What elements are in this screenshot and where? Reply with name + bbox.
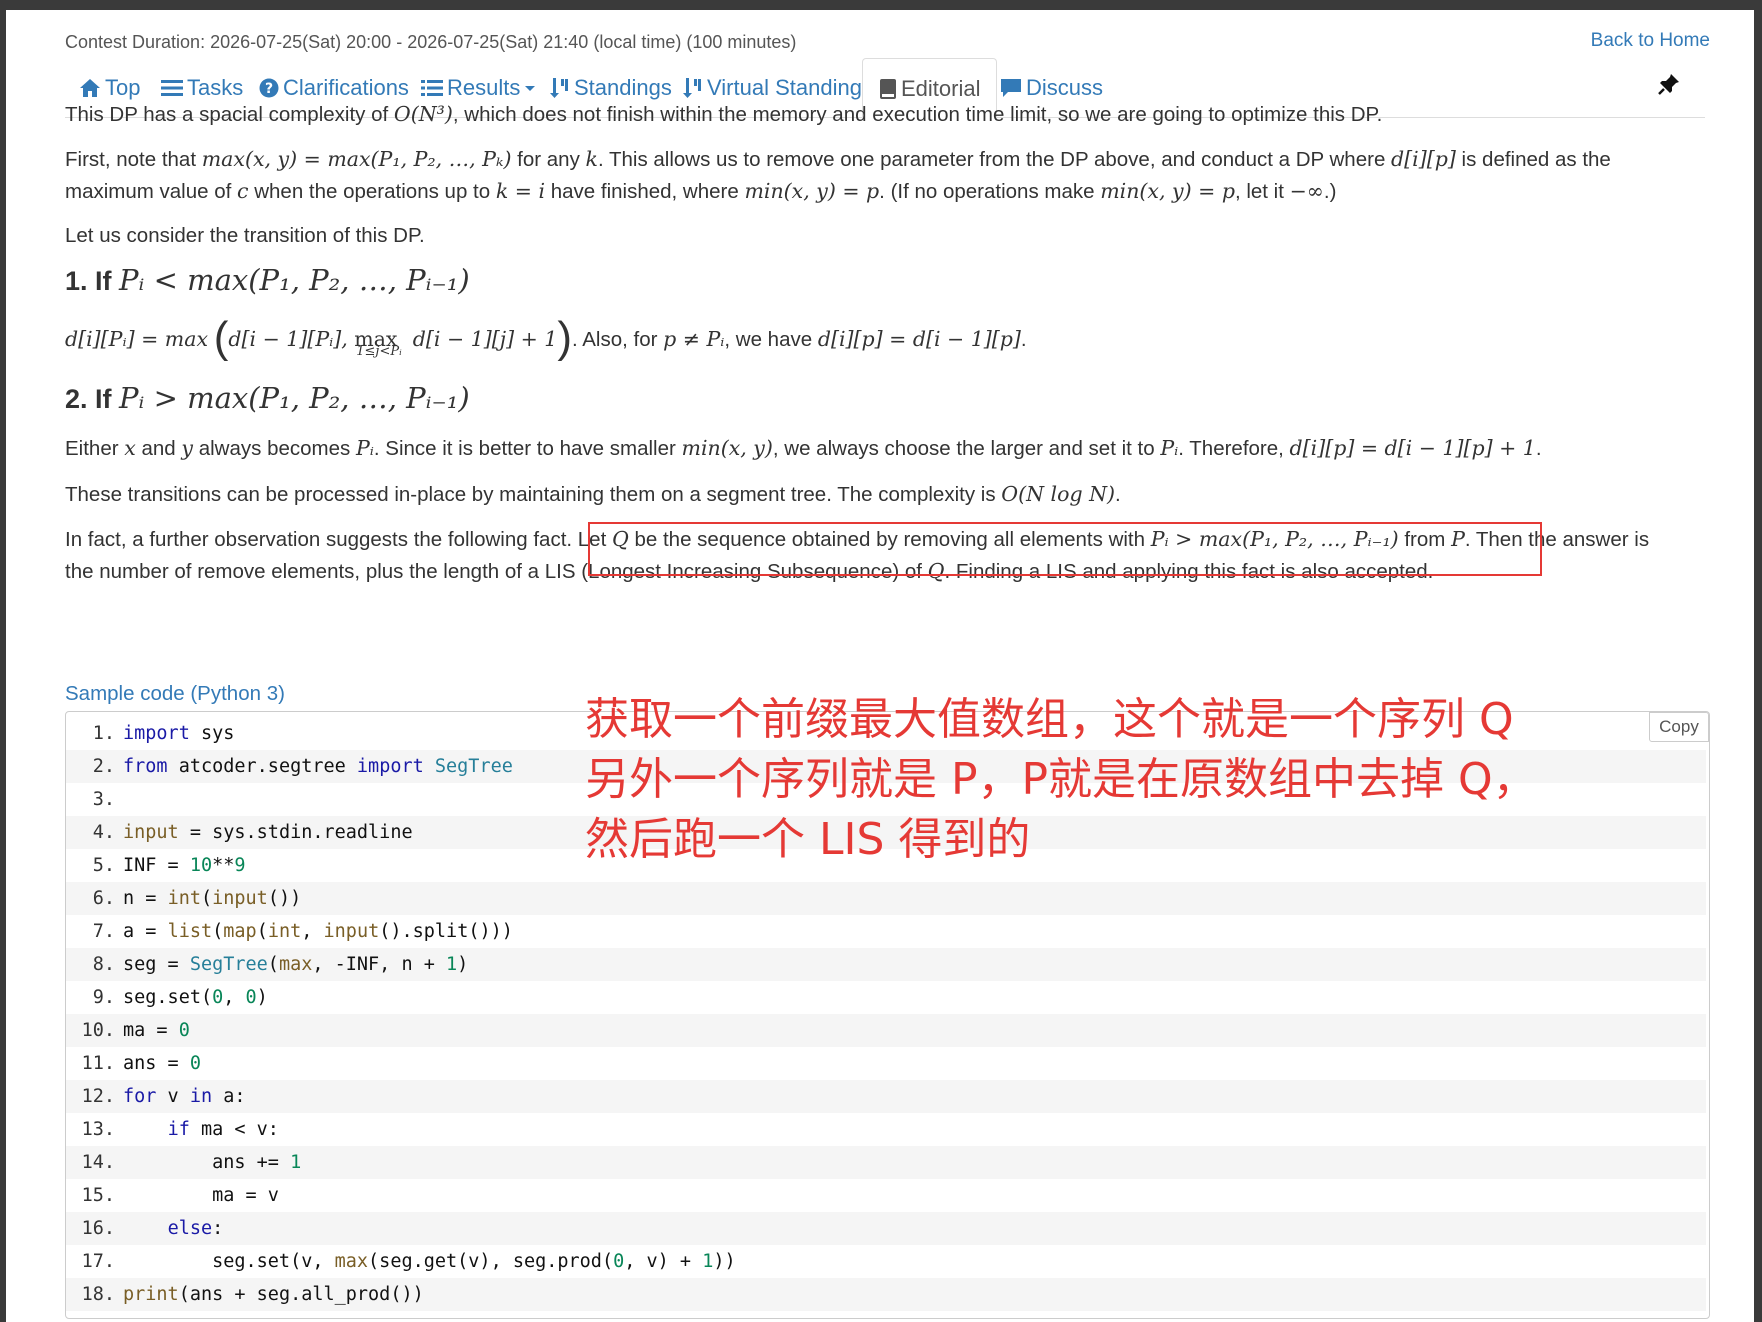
line-number: 11. [81, 1053, 115, 1074]
line-number: 8. [92, 954, 115, 975]
question-circle-icon: ? [259, 78, 279, 98]
line-source: a = list(map(int, input().split())) [123, 921, 513, 942]
line-number: 16. [81, 1218, 115, 1239]
line-number: 3. [92, 789, 115, 810]
home-icon [80, 79, 100, 97]
code-line: 6. n = int(input()) [66, 882, 1706, 915]
line-source: ans = 0 [123, 1053, 201, 1074]
line-source: n = int(input()) [123, 888, 302, 909]
line-source: import sys [123, 723, 235, 744]
editorial-page: Contest Duration: 2026-07-25(Sat) 20:00 … [6, 10, 1754, 1322]
line-number: 15. [81, 1185, 115, 1206]
code-line: 17. seg.set(v, max(seg.get(v), seg.prod(… [66, 1245, 1706, 1278]
line-number: 4. [92, 822, 115, 843]
line-number: 14. [81, 1152, 115, 1173]
handwritten-annotation: 获取一个前缀最大值数组，这个就是一个序列 Q 另外一个序列就是 P，P就是在原数… [585, 690, 1537, 870]
code-line: 8. seg = SegTree(max, -INF, n + 1) [66, 948, 1706, 981]
code-line: 14. ans += 1 [66, 1146, 1706, 1179]
paragraph-note-max-cont: maximum value of c when the operations u… [65, 179, 1337, 203]
line-number: 12. [81, 1086, 115, 1107]
line-number: 5. [92, 855, 115, 876]
heading-case-1: 1. If Pᵢ < max(P₁, P₂, …, Pᵢ₋₁) [65, 263, 470, 297]
svg-text:?: ? [265, 81, 273, 97]
code-line: 11. ans = 0 [66, 1047, 1706, 1080]
line-number: 9. [92, 987, 115, 1008]
sort-amount-down-icon [550, 78, 568, 98]
line-source: ans += 1 [123, 1152, 302, 1173]
paragraph-complexity-final: These transitions can be processed in-pl… [65, 482, 1121, 506]
code-line: 12. for v in a: [66, 1080, 1706, 1113]
line-source: else: [167, 1218, 224, 1239]
annotation-line: 另外一个序列就是 P，P就是在原数组中去掉 Q， [585, 754, 1537, 805]
line-number: 2. [92, 756, 115, 777]
line-source: ma = v [123, 1185, 279, 1206]
line-source: INF = 10**9 [123, 855, 246, 876]
annotation-line: 获取一个前缀最大值数组，这个就是一个序列 Q [585, 694, 1514, 745]
contest-duration: Contest Duration: 2026-07-25(Sat) 20:00 … [65, 32, 797, 52]
line-number: 10. [81, 1020, 115, 1041]
line-number: 1. [92, 723, 115, 744]
line-source: input = sys.stdin.readline [123, 822, 413, 843]
back-to-home-link[interactable]: Back to Home [1591, 30, 1710, 52]
comment-icon [1001, 79, 1021, 97]
caret-down-icon [525, 86, 536, 91]
line-source: if ma < v: [167, 1119, 279, 1140]
line-source: seg.set(0, 0) [123, 987, 268, 1008]
line-source: for v in a: [123, 1086, 246, 1107]
equation-case-1: d[i][Pᵢ] = max (d[i − 1][Pᵢ], max 1≤j<Pᵢ … [65, 313, 1027, 362]
code-line: 10. ma = 0 [66, 1014, 1706, 1047]
list-ul-icon [421, 80, 443, 96]
line-source: ma = 0 [123, 1020, 190, 1041]
line-source: seg.set(v, max(seg.get(v), seg.prod(0, v… [123, 1251, 736, 1272]
paragraph-case-2: Either x and y always becomes Pᵢ. Since … [65, 436, 1542, 460]
sample-code-link[interactable]: Sample code (Python 3) [65, 676, 285, 712]
annotation-line: 然后跑一个 LIS 得到的 [585, 814, 1031, 865]
heading-case-2: 2. If Pᵢ > max(P₁, P₂, …, Pᵢ₋₁) [65, 381, 470, 415]
sort-amount-down-icon [683, 78, 701, 98]
code-line: 13. if ma < v: [66, 1113, 1706, 1146]
code-line: 7. a = list(map(int, input().split())) [66, 915, 1706, 948]
line-source: from atcoder.segtree import SegTree [123, 756, 513, 777]
line-number: 18. [81, 1284, 115, 1305]
line-number: 7. [92, 921, 115, 942]
line-number: 13. [81, 1119, 115, 1140]
line-source: print(ans + seg.all_prod()) [123, 1284, 424, 1305]
code-line: 16. else: [66, 1212, 1706, 1245]
code-line: 9. seg.set(0, 0) [66, 981, 1706, 1014]
line-source: seg = SegTree(max, -INF, n + 1) [123, 954, 469, 975]
paragraph-transition: Let us consider the transition of this D… [65, 224, 425, 247]
code-line: 15. ma = v [66, 1179, 1706, 1212]
paragraph-complexity: This DP has a spacial complexity of O(N³… [65, 102, 1383, 126]
code-line: 18. print(ans + seg.all_prod()) [66, 1278, 1706, 1311]
line-number: 6. [92, 888, 115, 909]
line-number: 17. [81, 1251, 115, 1272]
list-icon [161, 80, 183, 96]
highlight-box [588, 522, 1542, 576]
